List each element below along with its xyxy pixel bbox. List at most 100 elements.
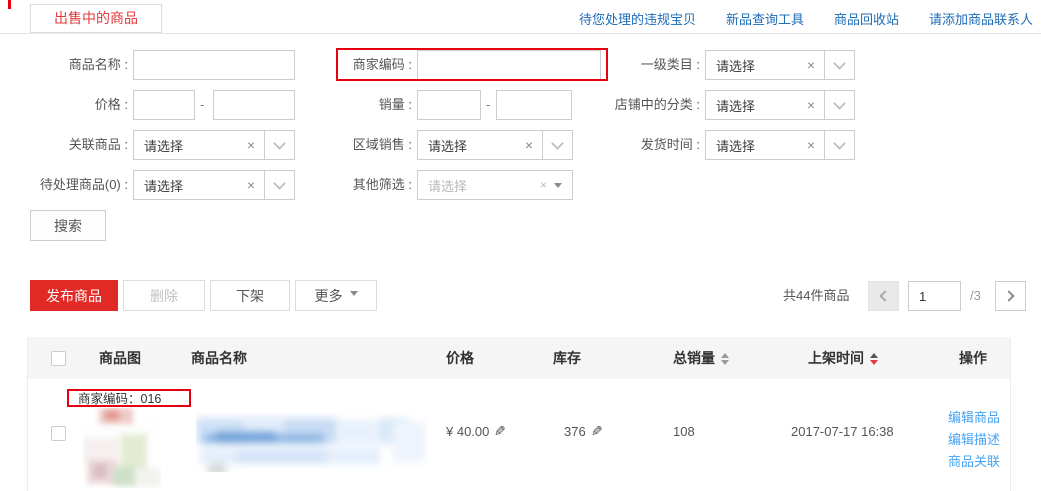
category-select[interactable]: 请选择 × [705,50,855,80]
select-value: 请选择 [134,136,238,155]
merchant-code-input[interactable] [417,50,601,80]
row-actions: 编辑商品 编辑描述 商品关联 [948,407,1000,473]
unlist-button[interactable]: 下架 [210,280,290,311]
col-header-actions: 操作 [959,337,987,379]
table-header: 商品图 商品名称 价格 库存 总销量 上架时间 操作 [28,337,1010,379]
shop-category-select[interactable]: 请选择 × [705,90,855,120]
select-value: 请选择 [418,176,533,195]
edit-product-link[interactable]: 编辑商品 [948,407,1000,429]
products-table: 商品图 商品名称 价格 库存 总销量 上架时间 操作 [27,337,1011,491]
clear-icon[interactable]: × [516,137,542,153]
link-product-recycle-bin[interactable]: 商品回收站 [834,9,899,28]
delete-button[interactable]: 删除 [123,280,205,311]
price-value: ¥ 40.00 [446,424,489,439]
other-filters-select[interactable]: 请选择 × [417,170,573,200]
shipping-time-select[interactable]: 请选择 × [705,130,855,160]
related-products-label: 关联商品 : [20,130,128,160]
price-range-dash: - [200,90,204,120]
pending-products-select[interactable]: 请选择 × [133,170,295,200]
related-products-select[interactable]: 请选择 × [133,130,295,160]
edit-stock-icon[interactable]: ✎ [591,422,603,442]
listed-time-label: 上架时间 [808,350,864,366]
select-value: 请选择 [418,136,516,155]
shop-category-label: 店铺中的分类 : [560,90,700,120]
clear-icon[interactable]: × [533,178,554,192]
blurred-image [83,408,161,488]
clear-icon[interactable]: × [798,137,824,153]
stock-cell: 376 ✎ [564,422,602,442]
merchant-code-label: 商家编码 : [300,50,412,80]
page-total: /3 [970,281,981,311]
total-products-count: 共44件商品 [783,280,849,311]
product-name-label: 商品名称 : [20,50,128,80]
more-dropdown-button[interactable]: 更多 [295,280,377,311]
edit-price-icon[interactable]: ✎ [494,422,506,442]
chevron-down-icon[interactable] [542,131,572,159]
col-header-stock: 库存 [553,337,581,379]
edit-description-link[interactable]: 编辑描述 [948,429,1000,451]
col-header-image: 商品图 [99,337,141,379]
region-sales-select[interactable]: 请选择 × [417,130,573,160]
select-value: 请选择 [706,96,798,115]
chevron-down-icon[interactable] [824,91,854,119]
publish-product-button[interactable]: 发布商品 [30,280,118,311]
chevron-down-icon[interactable] [264,171,294,199]
chevron-down-icon[interactable] [264,131,294,159]
clear-icon[interactable]: × [798,57,824,73]
topbar: 出售中的商品 待您处理的违规宝贝 新品查询工具 商品回收站 请添加商品联系人 [0,0,1041,34]
other-filters-label: 其他筛选 : [300,170,412,200]
pagination-prev-button[interactable] [868,281,899,311]
link-add-product-contact[interactable]: 请添加商品联系人 [929,9,1033,28]
col-header-name: 商品名称 [191,337,247,379]
price-max-input[interactable] [213,90,295,120]
product-management-page: 出售中的商品 待您处理的违规宝贝 新品查询工具 商品回收站 请添加商品联系人 商… [0,0,1041,491]
link-violation-items[interactable]: 待您处理的违规宝贝 [579,9,696,28]
select-value: 请选择 [706,56,798,75]
sales-min-input[interactable] [417,90,481,120]
shipping-time-label: 发货时间 : [595,130,700,160]
clear-icon[interactable]: × [238,137,264,153]
stock-value: 376 [564,424,586,439]
red-mark [8,0,11,9]
category-label: 一级类目 : [595,50,700,80]
col-header-total-sales: 总销量 [673,337,729,379]
sales-range-dash: - [486,90,490,120]
top-links: 待您处理的违规宝贝 新品查询工具 商品回收站 请添加商品联系人 [579,9,1033,28]
sort-listed-time-icon[interactable] [870,349,878,369]
blurred-text [196,412,428,472]
col-header-listed-time: 上架时间 [808,337,878,379]
chevron-down-icon[interactable] [824,131,854,159]
pagination-next-button[interactable] [995,281,1026,311]
clear-icon[interactable]: × [238,177,264,193]
chevron-down-icon[interactable] [824,51,854,79]
link-new-product-query-tool[interactable]: 新品查询工具 [726,9,804,28]
total-sales-label: 总销量 [673,350,715,366]
region-sales-label: 区域销售 : [300,130,412,160]
product-association-link[interactable]: 商品关联 [948,451,1000,473]
chevron-left-icon [879,290,890,301]
more-label: 更多 [315,288,343,304]
sales-label: 销量 : [300,90,412,120]
product-name-cell[interactable] [196,412,428,472]
listed-time-cell: 2017-07-17 16:38 [791,422,894,442]
product-name-input[interactable] [133,50,295,80]
col-header-price: 价格 [446,337,474,379]
pending-products-label: 待处理商品(0) : [20,170,128,200]
sort-total-sales-icon[interactable] [721,349,729,369]
product-thumbnail[interactable] [83,408,161,488]
row-checkbox[interactable] [51,426,66,441]
select-value: 请选择 [706,136,798,155]
caret-down-icon [350,291,358,300]
clear-icon[interactable]: × [798,97,824,113]
price-label: 价格 : [20,90,128,120]
caret-down-icon[interactable] [554,183,562,192]
search-button[interactable]: 搜索 [30,210,106,241]
page-number-input[interactable] [908,281,961,311]
tab-products-on-sale[interactable]: 出售中的商品 [30,4,162,33]
price-min-input[interactable] [133,90,195,120]
select-all-checkbox[interactable] [51,351,66,366]
price-cell: ¥ 40.00 ✎ [446,422,506,442]
chevron-right-icon [1003,290,1014,301]
total-sales-cell: 108 [673,422,695,442]
select-value: 请选择 [134,176,238,195]
